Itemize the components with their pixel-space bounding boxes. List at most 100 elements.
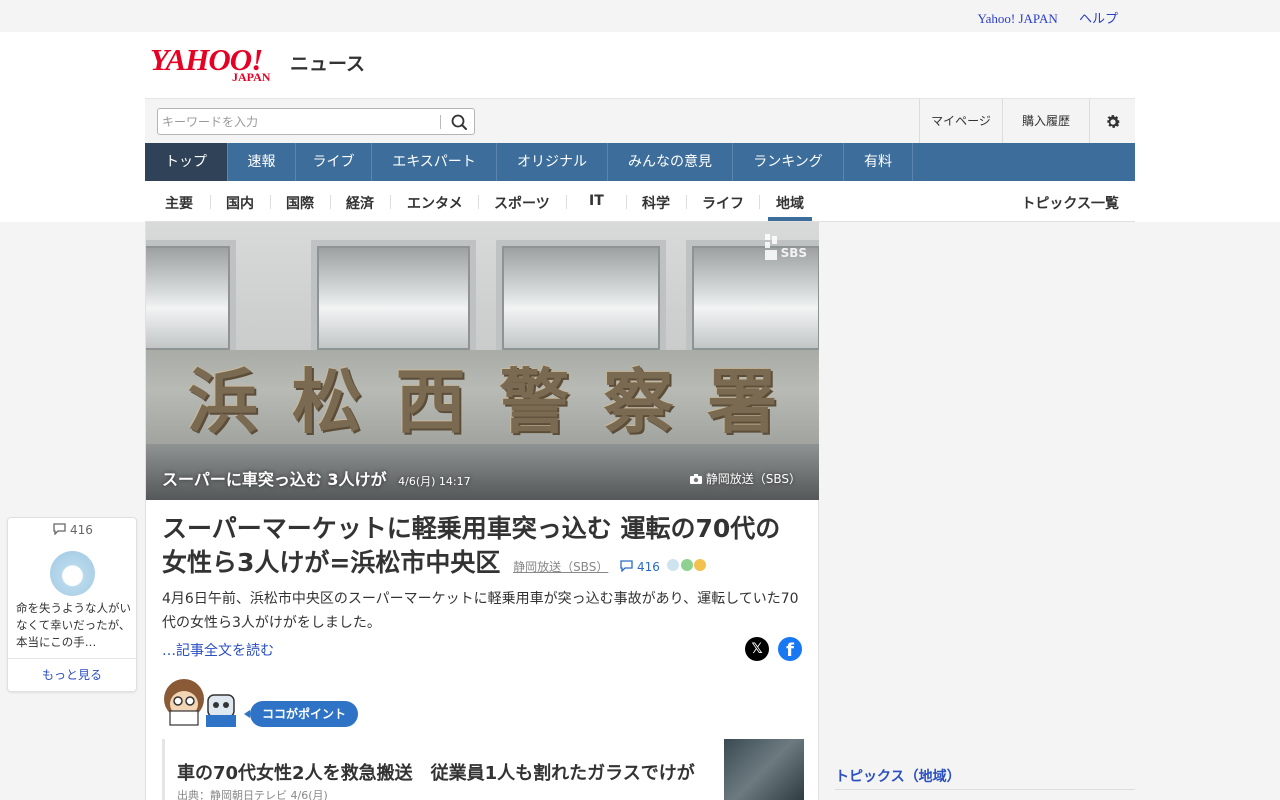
article-comments-link[interactable]: 416 [620,560,664,574]
hero-credit: 静岡放送（SBS） [689,470,801,487]
search-divider [440,115,441,129]
hero-caption-time: 4/6(月) 14:17 [398,475,471,488]
category-divider [330,195,331,209]
hero-caption-title: スーパーに車突っ込む 3人けが [162,470,387,489]
category-entertainment[interactable]: エンタメ [407,193,463,213]
broadcaster-logo-text: SBS [780,246,807,260]
sbs-logo-icon [764,234,777,260]
category-main[interactable]: 主要 [165,193,193,213]
nav-tab-top[interactable]: トップ [145,143,228,181]
category-divider [686,195,687,209]
category-world[interactable]: 国際 [286,193,314,213]
comment-preview-card[interactable]: 416 命を失うような人がいなくて幸いだったが、本当にこの手… もっと見る [7,517,137,692]
category-divider [759,195,760,209]
hero-sign-character: 警 [499,360,570,443]
yahoo-news-logo[interactable]: YAHOO! JAPAN ニュース [150,44,365,84]
point-badge: ココがポイント [243,701,359,727]
category-divider [270,195,271,209]
active-category-indicator [768,217,812,221]
avatar [50,551,95,596]
point-card[interactable]: 車の70代女性2人を救急搬送 従業員1人も割れたガラスでけが 出典：静岡朝日テレ… [162,739,804,800]
settings-button[interactable] [1089,99,1135,144]
point-source[interactable]: 出典：静岡朝日テレビ 4/6(月) [177,787,328,800]
hero-window [146,240,236,356]
mypage-link[interactable]: マイページ [919,99,1002,144]
comment-card-count: 416 [8,523,138,537]
yahoo-japan-link[interactable]: Yahoo! JAPAN [978,11,1058,26]
category-local[interactable]: 地域 [776,193,804,213]
commenter-avatars [665,551,708,585]
hero-sign-character: 察 [603,360,674,443]
comment-icon [53,523,66,536]
article-comment-count: 416 [636,560,660,574]
point-header: ココがポイント [162,677,382,737]
category-divider [210,195,211,209]
article-meta: 静岡放送（SBS） 416 [513,557,708,574]
nav-tab-ranking[interactable]: ランキング [733,143,844,181]
nav-tab-live[interactable]: ライブ [296,143,372,181]
share-facebook-button[interactable]: f [778,637,802,661]
hero-sign-text: 浜松西警察署 [146,346,819,447]
help-link[interactable]: ヘルプ [1079,11,1118,26]
category-life[interactable]: ライフ [702,193,744,213]
share-x-button[interactable]: 𝕏 [745,637,769,661]
hero-sign-character: 西 [395,360,466,443]
hero-credit-text: 静岡放送（SBS） [705,472,801,486]
search-input[interactable] [162,112,432,131]
category-it[interactable]: IT [589,193,604,209]
category-divider [390,195,391,209]
avatar [693,557,708,572]
main-nav: トップ 速報 ライブ エキスパート オリジナル みんなの意見 ランキング 有料 [145,143,1135,181]
topics-list-link[interactable]: トピックス一覧 [1021,193,1119,213]
category-divider [478,195,479,209]
search-icon [451,114,467,130]
category-economy[interactable]: 経済 [346,193,374,213]
category-divider [566,195,567,209]
logo-service-name: ニュース [290,53,366,75]
comment-text: 命を失うような人がいなくて幸いだったが、本当にこの手… [16,601,131,649]
comment-icon [620,560,633,573]
nav-tab-paid[interactable]: 有料 [844,143,913,181]
hero-window [311,240,476,356]
see-more-comments-link[interactable]: もっと見る [8,658,136,692]
comment-card-count-value: 416 [69,523,93,537]
gear-icon [1106,114,1120,128]
article-title: スーパーマーケットに軽乗用車突っ込む 運転の70代の女性ら3人けが=浜松市中央区… [162,512,802,585]
camera-icon [689,472,706,486]
category-sports[interactable]: スポーツ [494,193,550,213]
main-column: 浜松西警察署 SBS スーパーに車突っ込む 3人けが 4/6(月) 14:17 … [145,222,819,800]
nav-tab-breaking[interactable]: 速報 [228,143,296,181]
article-source-link[interactable]: 静岡放送（SBS） [513,560,608,574]
nav-tab-expert[interactable]: エキスパート [372,143,497,181]
category-domestic[interactable]: 国内 [226,193,254,213]
avatar [679,557,694,572]
point-thumbnail [724,739,804,800]
nav-tab-opinions[interactable]: みんなの意見 [608,143,733,181]
header-right-links: マイページ 購入履歴 [919,99,1135,144]
hero-sign-character: 浜 [187,360,258,443]
purchase-history-link[interactable]: 購入履歴 [1002,99,1089,144]
facebook-icon: f [786,640,794,661]
category-science[interactable]: 科学 [642,193,670,213]
hero-image[interactable]: 浜松西警察署 SBS スーパーに車突っ込む 3人けが 4/6(月) 14:17 … [146,222,819,500]
hero-sign-character: 松 [291,360,362,443]
search-box [157,108,475,135]
hero-caption: スーパーに車突っ込む 3人けが 4/6(月) 14:17 [162,466,471,490]
article-summary: 4月6日午前、浜松市中央区のスーパーマーケットに軽乗用車が突っ込む事故があり、運… [162,591,799,631]
search-button[interactable] [448,112,470,132]
category-divider [626,195,627,209]
x-icon: 𝕏 [751,641,763,657]
sidebar-divider [835,789,1135,790]
header: YAHOO! JAPAN ニュース [145,32,1135,98]
nav-tab-original[interactable]: オリジナル [497,143,608,181]
avatar [665,557,680,572]
share-buttons: 𝕏 f [745,637,802,661]
point-title: 車の70代女性2人を救急搬送 従業員1人も割れたガラスでけが [177,763,695,784]
read-full-article-link[interactable]: …記事全文を読む [162,640,274,660]
logo-japan: JAPAN [232,70,271,84]
sidebar-topics-title[interactable]: トピックス（地域） [835,766,1135,786]
search-bar-row: マイページ 購入履歴 [145,98,1135,144]
top-links: Yahoo! JAPAN ヘルプ [960,8,1118,27]
broadcaster-logo: SBS [763,234,807,260]
mascot-characters-icon [164,679,236,727]
